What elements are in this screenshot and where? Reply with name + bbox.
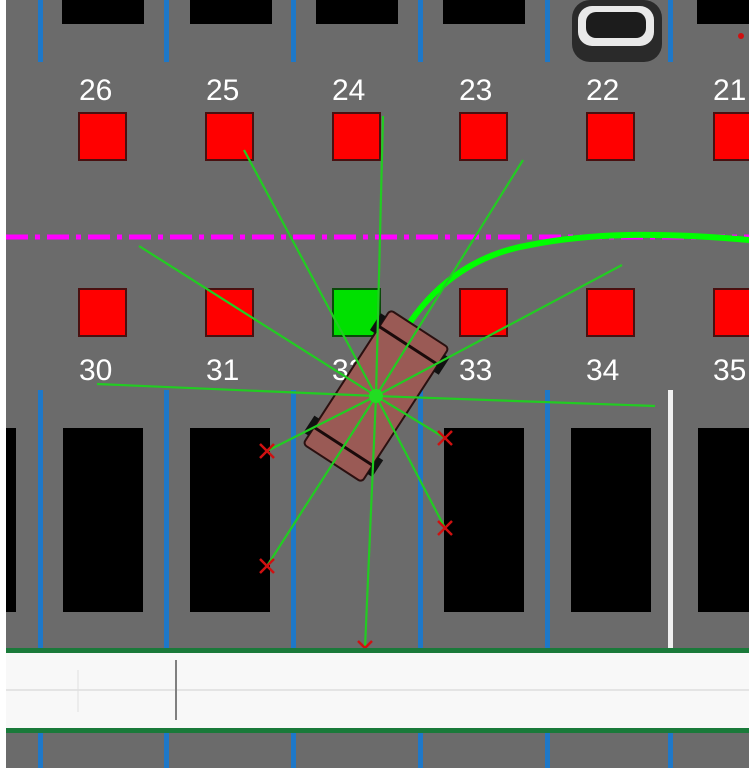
stall-line — [38, 733, 43, 768]
stall-line — [164, 390, 169, 648]
stall-line — [668, 733, 673, 768]
stall-line — [38, 390, 43, 648]
slot-marker-occupied — [459, 112, 508, 161]
stall-line — [545, 390, 550, 648]
parked-car — [698, 428, 749, 612]
stall-line — [38, 0, 43, 62]
sensor-origin — [369, 389, 383, 403]
rendered-car-model — [572, 0, 662, 62]
parked-car — [443, 0, 525, 24]
slot-label: 25 — [206, 74, 239, 107]
slot-marker-occupied — [713, 112, 749, 161]
stall-line — [291, 390, 296, 648]
parking-scene: 26 25 24 23 22 21 30 31 32 33 34 35 — [0, 0, 749, 768]
stall-line — [545, 0, 550, 62]
stall-line — [291, 733, 296, 768]
slot-label: 21 — [713, 74, 746, 107]
slot-marker-occupied — [713, 288, 749, 337]
parked-car — [697, 0, 749, 24]
parked-car — [63, 428, 143, 612]
slot-marker-occupied — [586, 288, 635, 337]
stall-line — [291, 0, 296, 62]
parked-car — [316, 0, 398, 24]
ray-hit-marker — [738, 33, 744, 39]
parked-car — [444, 428, 524, 612]
slot-marker-occupied — [78, 112, 127, 161]
slot-marker-occupied — [78, 288, 127, 337]
curb-top — [6, 648, 749, 653]
slot-label: 22 — [586, 74, 619, 107]
slot-label: 31 — [206, 354, 239, 387]
slot-label: 35 — [713, 354, 746, 387]
slot-label: 26 — [79, 74, 112, 107]
stall-line — [418, 0, 423, 62]
slot-label: 33 — [459, 354, 492, 387]
parked-car — [190, 0, 272, 24]
curb-bottom — [6, 728, 749, 733]
stall-line — [164, 733, 169, 768]
parked-car — [571, 428, 651, 612]
stall-line — [668, 0, 673, 62]
stall-line — [545, 733, 550, 768]
stall-line — [668, 390, 673, 648]
parked-car — [62, 0, 144, 24]
slot-label: 30 — [79, 354, 112, 387]
frame-left — [0, 0, 6, 768]
parked-car — [190, 428, 270, 612]
slot-label: 23 — [459, 74, 492, 107]
stall-line — [418, 390, 423, 648]
slot-marker-occupied — [586, 112, 635, 161]
stall-line — [164, 0, 169, 62]
stall-line — [418, 733, 423, 768]
parked-car — [6, 428, 16, 612]
slot-marker-occupied — [332, 112, 381, 161]
slot-label: 34 — [586, 354, 619, 387]
slot-label: 24 — [332, 74, 365, 107]
